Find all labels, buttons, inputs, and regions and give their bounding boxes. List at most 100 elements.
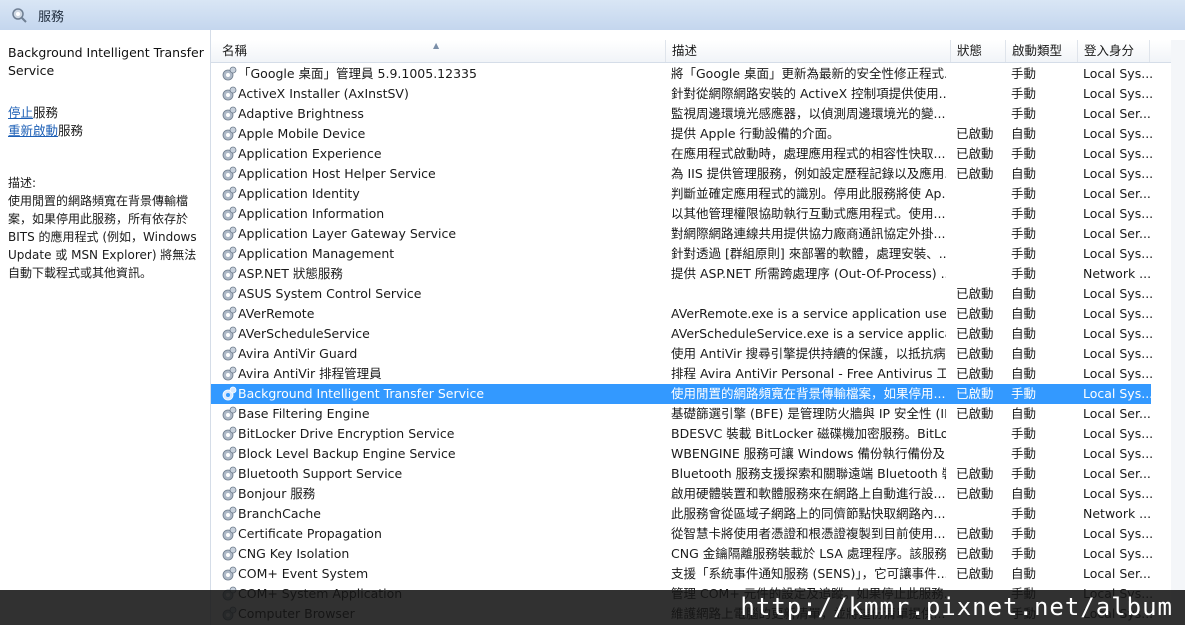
service-startup-cell: 手動 [1011,546,1037,561]
service-startup-cell: 手動 [1011,86,1037,101]
service-name-cell: Avira AntiVir 排程管理員 [238,366,382,381]
service-logon-cell: Network ... [1083,266,1152,281]
service-name-cell: Certificate Propagation [238,526,382,541]
service-row[interactable]: ASUS System Control Service 已啟動 自動 Local Sy… [211,284,1153,304]
service-row[interactable]: CNG Key Isolation CNG 金鑰隔離服務裝載於 LSA 處理程序。… [211,544,1153,564]
service-status-cell [956,104,1004,124]
service-name-cell: COM+ Event System [238,566,369,581]
service-status-cell [956,444,1004,464]
service-row[interactable]: Certificate Propagation 從智慧卡將使用者憑證和根憑證複製到… [211,524,1153,544]
service-description-cell: CNG 金鑰隔離服務裝載於 LSA 處理程序。該服務... [671,546,946,561]
service-logon-cell: Local Sys... [1083,486,1153,501]
service-row[interactable]: Bluetooth Support Service Bluetooth 服務支援探… [211,464,1151,484]
service-name-cell: Avira AntiVir Guard [238,346,358,361]
service-status-cell [956,424,1004,444]
service-row[interactable]: COM+ Event System 支援「系統事件通知服務 (SENS)」，它可讓… [211,564,1151,584]
service-startup-cell: 手動 [1011,246,1037,261]
column-header-logon[interactable]: 登入身分 [1078,40,1150,62]
column-header-description[interactable]: 描述 [666,40,951,62]
service-row[interactable]: Application Host Helper Service 為 IIS 提供管… [211,164,1153,184]
service-rows: 「Google 桌面」管理員 5.9.1005.12335 將「Google 桌面… [211,64,1171,624]
service-row[interactable]: Application Management 針對透過 [群組原則] 來部署的軟體… [211,244,1153,264]
service-startup-cell: 手動 [1011,506,1037,521]
service-row[interactable]: BitLocker Drive Encryption Service BDESVC… [211,424,1153,444]
service-logon-cell: Local Ser... [1083,466,1151,481]
service-row[interactable]: Base Filtering Engine 基礎篩選引擎 (BFE) 是管理防火牆… [211,404,1151,424]
service-description-cell: 針對從網際網路安裝的 ActiveX 控制項提供使用... [671,86,946,101]
service-name-cell: Adaptive Brightness [238,106,364,121]
service-row[interactable]: Application Layer Gateway Service 對網際網路連線… [211,224,1151,244]
service-row[interactable]: 「Google 桌面」管理員 5.9.1005.12335 將「Google 桌面… [211,64,1153,84]
service-status-cell [956,224,1004,244]
service-logon-cell: Local Sys... [1083,386,1153,401]
service-row[interactable]: Avira AntiVir 排程管理員 排程 Avira AntiVir Pers… [211,364,1153,384]
service-description-cell: 為 IIS 提供管理服務，例如設定歷程記錄以及應用... [671,166,946,181]
service-gear-icon [221,346,237,362]
service-startup-cell: 手動 [1011,266,1037,281]
service-startup-cell: 手動 [1011,386,1037,401]
service-status-cell [956,184,1004,204]
service-startup-cell: 手動 [1011,426,1037,441]
service-description-cell: AVerRemote.exe is a service application … [671,306,946,321]
service-description-cell: 將「Google 桌面」更新為最新的安全性修正程式... [671,66,946,81]
service-logon-cell: Local Sys... [1083,446,1153,461]
service-status-cell: 已啟動 [956,486,994,501]
service-status-cell: 已啟動 [956,406,994,421]
stop-service-link[interactable]: 停止 [8,105,33,120]
service-row[interactable]: Apple Mobile Device 提供 Apple 行動設備的介面。 已啟動 自… [211,124,1153,144]
service-description-cell: 基礎篩選引擎 (BFE) 是管理防火牆與 IP 安全性 (IP... [671,406,946,421]
service-name-cell: ActiveX Installer (AxInstSV) [238,86,409,101]
service-row[interactable]: Application Identity 判斷並確定應用程式的識別。停用此服務將使… [211,184,1151,204]
watermark-url: http://kmmr.pixnet.net/album [740,593,1173,621]
service-logon-cell: Local Ser... [1083,566,1151,581]
service-logon-cell: Local Ser... [1083,106,1151,121]
services-list: 名稱 ▲ 描述 狀態 啟動類型 登入身分 「Google 桌面」管理員 5.9.… [210,30,1185,625]
service-row[interactable]: Application Experience 在應用程式啟動時，處理應用程式的相容… [211,144,1153,164]
service-name-cell: ASP.NET 狀態服務 [238,266,343,281]
service-gear-icon [221,526,237,542]
service-row[interactable]: ActiveX Installer (AxInstSV) 針對從網際網路安裝的 A… [211,84,1153,104]
service-startup-cell: 自動 [1011,126,1037,141]
service-startup-cell: 手動 [1011,226,1037,241]
service-row[interactable]: BranchCache 此服務會從區域子網路上的同儕節點快取網路內... 手動 Net… [211,504,1151,524]
service-status-cell: 已啟動 [956,126,994,141]
column-header-startup[interactable]: 啟動類型 [1006,40,1078,62]
service-name-cell: 「Google 桌面」管理員 5.9.1005.12335 [238,66,477,81]
service-row[interactable]: Avira AntiVir Guard 使用 AntiVir 搜尋引擎提供持續的保… [211,344,1153,364]
service-description-cell: 排程 Avira AntiVir Personal - Free Antivir… [671,366,946,381]
service-startup-cell: 手動 [1011,66,1037,81]
service-description-cell: 提供 ASP.NET 所需跨處理序 (Out-Of-Process) ... [671,266,946,281]
service-row[interactable]: Background Intelligent Transfer Service 使… [211,384,1153,404]
description-label: 描述: [8,176,37,190]
service-gear-icon [221,406,237,422]
service-logon-cell: Local Sys... [1083,66,1153,81]
window-title: 服務 [38,10,65,25]
service-logon-cell: Local Sys... [1083,366,1153,381]
service-logon-cell: Local Sys... [1083,346,1153,361]
description-text: 使用閒置的網路頻寬在背景傳輸檔案，如果停用此服務，所有依存於 BITS 的應用程… [8,194,197,280]
service-name-cell: Application Layer Gateway Service [238,226,457,241]
service-status-cell [956,264,1004,284]
service-row[interactable]: Application Information 以其他管理權限協助執行互動式應用程… [211,204,1153,224]
title-bar: 服務 [0,0,1185,31]
service-startup-cell: 自動 [1011,306,1037,321]
service-row[interactable]: ASP.NET 狀態服務 提供 ASP.NET 所需跨處理序 (Out-Of-Pr… [211,264,1151,284]
service-description-cell: 使用 AntiVir 搜尋引擎提供持續的保護，以抵抗病... [671,346,946,361]
service-status-cell: 已啟動 [956,346,994,361]
restart-service-link[interactable]: 重新啟動 [8,123,58,138]
service-row[interactable]: AVerScheduleService AVerScheduleService.e… [211,324,1153,344]
column-header-name[interactable]: 名稱 [216,40,666,62]
service-status-cell [956,504,1004,524]
service-row[interactable]: AVerRemote AVerRemote.exe is a service ap… [211,304,1153,324]
service-gear-icon [221,386,237,402]
service-gear-icon [221,466,237,482]
vertical-scrollbar[interactable] [1171,40,1185,600]
service-row[interactable]: Block Level Backup Engine Service WBENGIN… [211,444,1153,464]
service-name-cell: BitLocker Drive Encryption Service [238,426,455,441]
service-logon-cell: Local Sys... [1083,546,1153,561]
service-row[interactable]: Adaptive Brightness 監視周邊環境光感應器，以偵測周邊環境光的變… [211,104,1151,124]
service-row[interactable]: Bonjour 服務 啟用硬體裝置和軟體服務來在網路上自動進行設... 已啟動 自動 L… [211,484,1153,504]
service-description-cell: 從智慧卡將使用者憑證和根憑證複製到目前使用... [671,526,946,541]
column-header-status[interactable]: 狀態 [951,40,1006,62]
service-startup-cell: 自動 [1011,566,1037,581]
